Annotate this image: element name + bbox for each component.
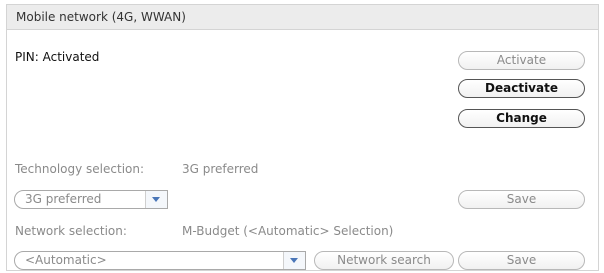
technology-select[interactable]: 3G preferred [14, 190, 168, 209]
panel-title: Mobile network (4G, WWAN) [7, 5, 598, 30]
mobile-network-panel: Mobile network (4G, WWAN) PIN: Activated… [6, 4, 599, 271]
network-search-button[interactable]: Network search [314, 251, 454, 270]
activate-button[interactable]: Activate [458, 51, 585, 70]
chevron-down-icon[interactable] [283, 252, 305, 269]
network-save-button[interactable]: Save [458, 251, 585, 270]
pin-status-label: PIN: Activated [15, 50, 100, 64]
network-select-value: <Automatic> [25, 253, 107, 267]
network-select[interactable]: <Automatic> [14, 251, 306, 270]
technology-selection-label: Technology selection: [15, 162, 145, 176]
technology-select-value: 3G preferred [25, 192, 102, 206]
deactivate-button[interactable]: Deactivate [458, 79, 585, 98]
chevron-down-icon[interactable] [145, 191, 167, 208]
network-current-value: M-Budget (<Automatic> Selection) [182, 224, 394, 238]
network-selection-label: Network selection: [15, 224, 127, 238]
technology-current-value: 3G preferred [182, 162, 259, 176]
change-pin-button[interactable]: Change [458, 109, 585, 128]
technology-save-button[interactable]: Save [458, 190, 585, 209]
